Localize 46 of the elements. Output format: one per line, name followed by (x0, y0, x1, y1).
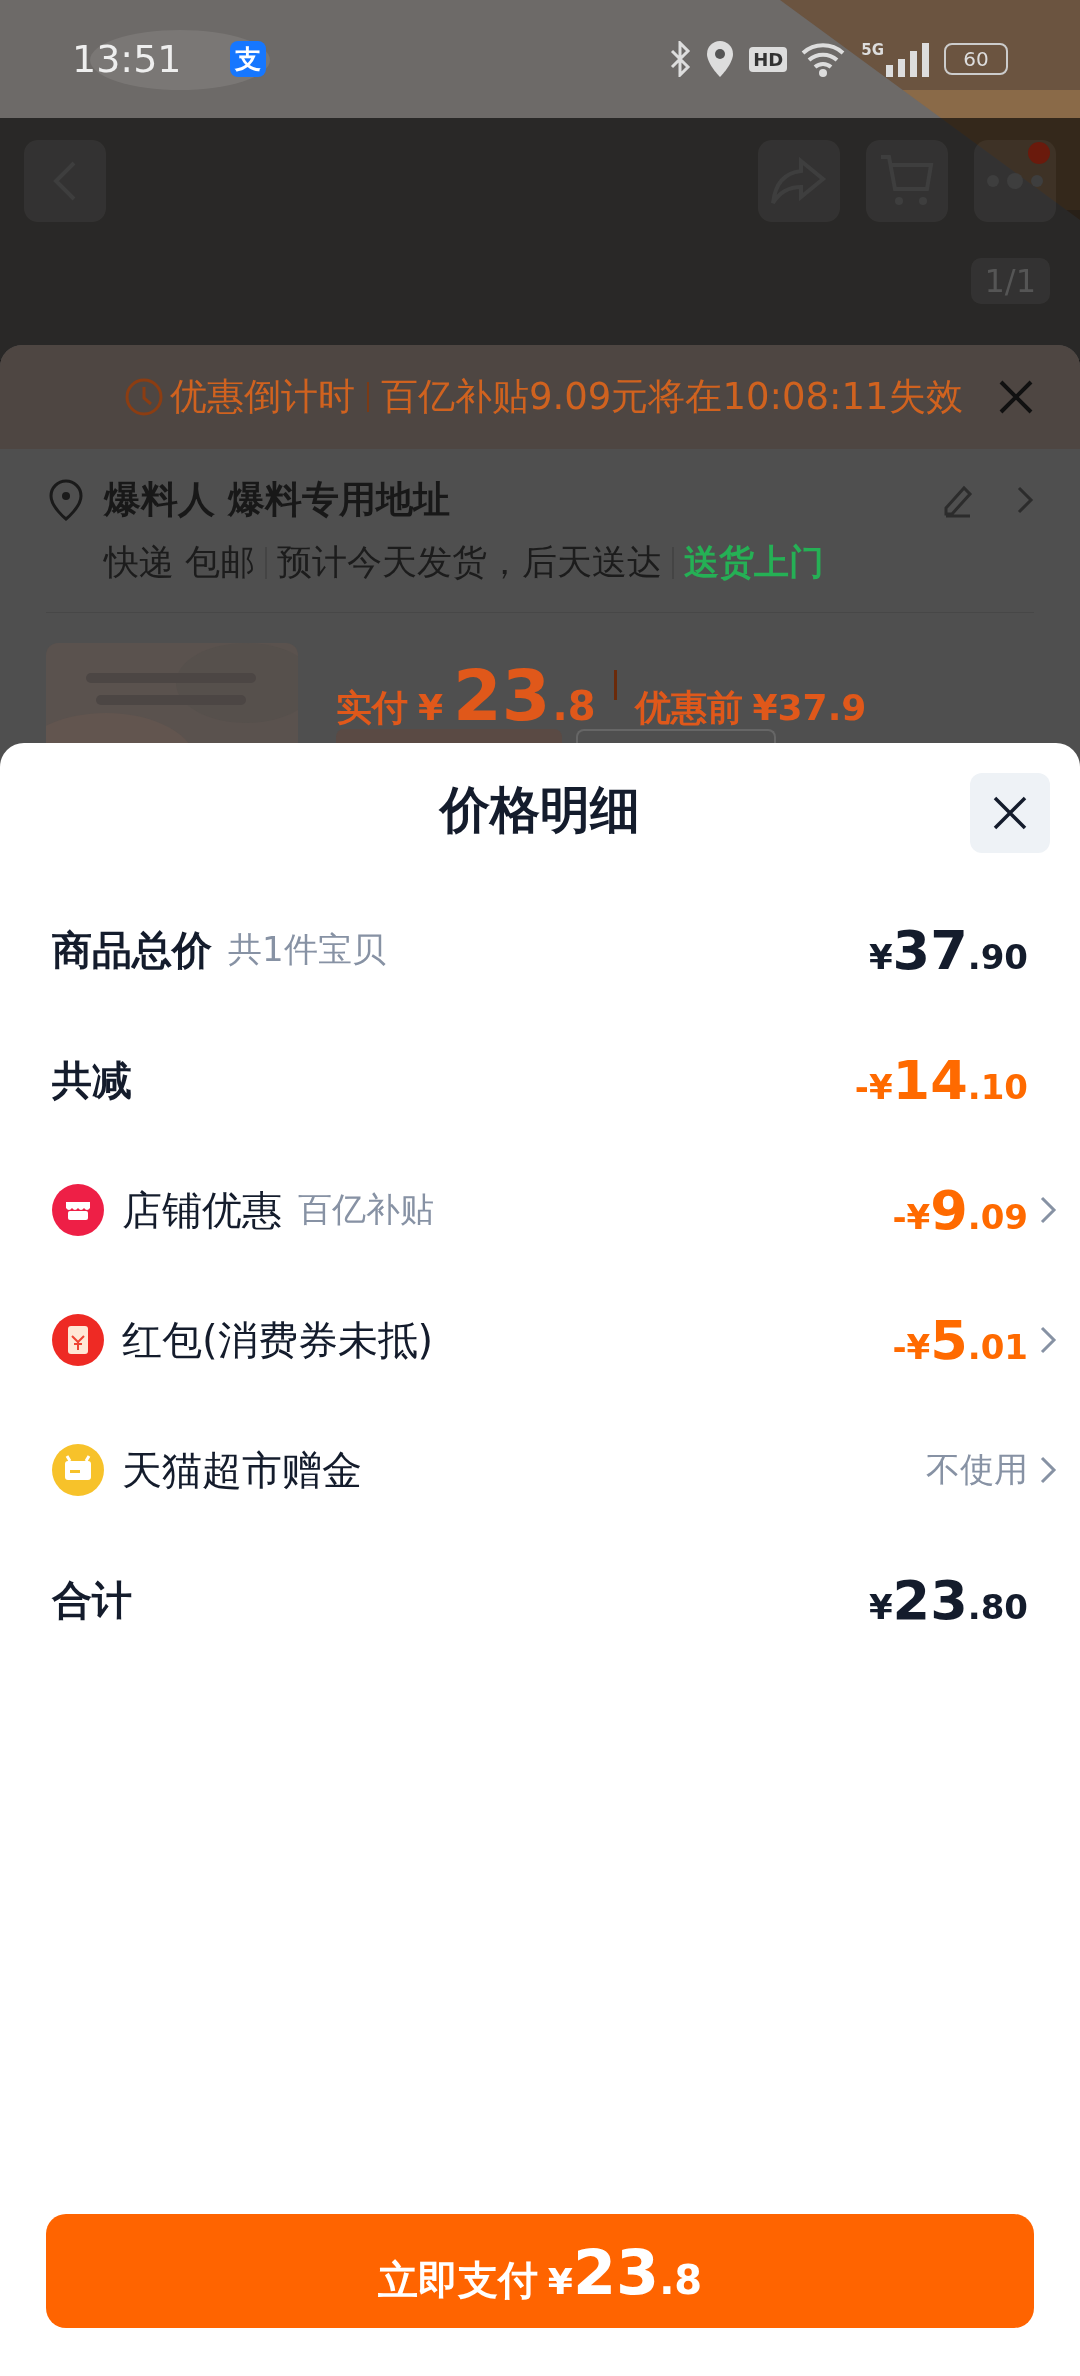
row-label: 店铺优惠 (122, 1185, 282, 1235)
countdown-message: 百亿补贴9.09元将在10:08:11失效 (381, 374, 963, 420)
sheet-title: 价格明细 (440, 779, 640, 841)
row-amount: -¥9.09 (892, 1178, 1028, 1242)
row-label: 合计 (52, 1575, 132, 1625)
signal-icon (886, 41, 930, 77)
chevron-icon (1039, 1195, 1057, 1225)
close-button[interactable] (970, 773, 1050, 853)
pay-button[interactable]: 立即支付 ¥23.8 (46, 2214, 1034, 2328)
original-price: ¥37.9 (752, 687, 867, 728)
currency-symbol: ¥ (418, 687, 444, 728)
paid-decimal: .8 (552, 683, 596, 729)
delivery-tag: 送货上门 (684, 539, 825, 586)
clock-icon (124, 377, 164, 417)
row-note: 共1件宝贝 (228, 928, 386, 971)
row-label: 红包(消费券未抵) (122, 1315, 434, 1365)
hd-badge: HD (749, 46, 788, 72)
row-value: 不使用 (926, 1448, 1028, 1491)
countdown-label: 优惠倒计时 (170, 374, 355, 420)
paid-label: 实付 (336, 686, 408, 730)
more-icon (985, 173, 1045, 189)
chevron-icon (1039, 1325, 1057, 1355)
gift-card-icon (52, 1444, 104, 1496)
bluetooth-icon (669, 41, 692, 77)
close-icon (992, 795, 1028, 831)
row-amount: -¥5.01 (892, 1308, 1028, 1372)
row-label: 商品总价 (52, 925, 212, 975)
chevron-icon (1039, 1455, 1057, 1485)
close-icon[interactable] (998, 379, 1034, 415)
app-notification-icon: 支 (229, 41, 266, 77)
battery-indicator: 60 (944, 43, 1008, 75)
row-amount: ¥37.90 (868, 918, 1028, 982)
paid-amount: 23 (453, 655, 551, 737)
status-time: 13:51 (72, 37, 182, 81)
network-label: 5G (861, 41, 884, 59)
row-note: 百亿补贴 (298, 1188, 434, 1231)
location-icon (705, 39, 736, 79)
original-label: 优惠前 (634, 686, 743, 730)
row-amount: ¥23.80 (868, 1568, 1028, 1632)
row-amount: -¥14.10 (854, 1048, 1028, 1112)
row-label: 天猫超市赠金 (122, 1445, 362, 1495)
more-button[interactable] (974, 140, 1056, 222)
store-icon (52, 1184, 104, 1236)
envelope-icon (52, 1314, 104, 1366)
row-label: 共减 (52, 1055, 132, 1105)
chevron-icon[interactable] (1016, 485, 1034, 515)
